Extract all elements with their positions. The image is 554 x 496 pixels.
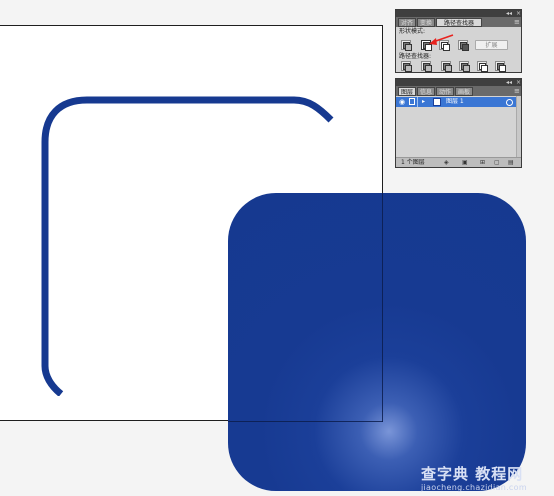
red-arrow-icon [429, 34, 454, 45]
collapse-icon[interactable]: ◂◂ [506, 79, 512, 86]
tab-pathfinder[interactable]: 路径查找器 [436, 18, 482, 27]
tab-transform[interactable]: 变换 [417, 18, 435, 27]
layer-name[interactable]: 图层 1 [446, 98, 464, 106]
layers-tabs: 图层 信息 动作 画板 ≡ [396, 86, 521, 96]
divider [417, 97, 418, 107]
pathfinders-label: 路径查找器: [399, 53, 432, 60]
locate-object-icon[interactable]: ◈ [444, 159, 449, 166]
trash-icon[interactable]: ▤ [508, 159, 514, 166]
tab-artboards[interactable]: 画板 [455, 87, 473, 96]
tab-layers[interactable]: 图层 [398, 87, 416, 96]
crop-button[interactable] [459, 61, 470, 72]
canvas-border-line [228, 421, 383, 422]
divide-button[interactable] [401, 61, 412, 72]
layer-thumbnail [433, 98, 441, 106]
panel-titlebar[interactable]: ◂◂ × [396, 10, 521, 17]
make-clipping-mask-icon[interactable]: ▣ [462, 159, 468, 166]
tab-align[interactable]: 对齐 [398, 18, 416, 27]
layers-list: ◉ ▸ 图层 1 1 个图层 ◈ ▣ ⊞ ▢ ▤ [396, 96, 521, 167]
merge-button[interactable] [441, 61, 452, 72]
watermark-url: jiaocheng.chazidian.com [421, 483, 527, 492]
layer-count: 1 个图层 [401, 159, 425, 166]
pathfinder-body: 形状模式: 扩展 路径查找器: [396, 27, 521, 72]
unite-button[interactable] [401, 40, 412, 51]
blue-rounded-rectangle[interactable] [228, 193, 526, 491]
canvas-border-line [382, 193, 383, 422]
panel-menu-icon[interactable]: ≡ [514, 87, 520, 95]
tab-actions[interactable]: 动作 [436, 87, 454, 96]
scrollbar[interactable] [516, 96, 521, 157]
new-sublayer-icon[interactable]: ⊞ [480, 159, 485, 166]
expand-button[interactable]: 扩展 [475, 40, 508, 50]
layers-panel: ◂◂ × 图层 信息 动作 画板 ≡ ◉ ▸ 图层 1 1 个图层 ◈ ▣ ⊞ … [395, 78, 522, 168]
layer-row[interactable]: ◉ ▸ 图层 1 [396, 97, 517, 107]
panel-titlebar[interactable]: ◂◂ × [396, 79, 521, 86]
pathfinder-panel: ◂◂ × 对齐 变换 路径查找器 ≡ 形状模式: 扩展 路径查找器: [395, 9, 522, 73]
pathfinder-tabs: 对齐 变换 路径查找器 ≡ [396, 17, 521, 27]
target-icon[interactable] [506, 99, 513, 106]
expand-triangle-icon[interactable]: ▸ [422, 98, 425, 106]
layers-status-bar: 1 个图层 ◈ ▣ ⊞ ▢ ▤ [396, 157, 521, 167]
trim-button[interactable] [421, 61, 432, 72]
watermark-title: 查字典 教程网 [421, 465, 524, 483]
close-icon[interactable]: × [516, 79, 521, 86]
eye-icon[interactable]: ◉ [399, 98, 405, 106]
watermark: 查字典 教程网 jiaocheng.chazidian.com [420, 461, 554, 496]
outline-button[interactable] [477, 61, 488, 72]
panel-menu-icon[interactable]: ≡ [514, 18, 520, 26]
minus-back-button[interactable] [495, 61, 506, 72]
lock-toggle[interactable] [409, 98, 415, 105]
collapse-icon[interactable]: ◂◂ [506, 10, 512, 17]
exclude-button[interactable] [458, 40, 469, 51]
tab-info[interactable]: 信息 [417, 87, 435, 96]
close-icon[interactable]: × [516, 10, 521, 17]
shape-modes-label: 形状模式: [399, 28, 426, 35]
new-layer-icon[interactable]: ▢ [494, 159, 500, 166]
